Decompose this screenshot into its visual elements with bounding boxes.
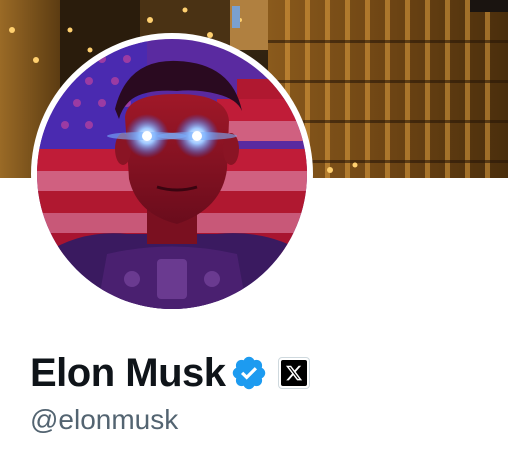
- avatar[interactable]: [37, 39, 307, 309]
- profile-header: Elon Musk @elonmusk: [0, 0, 508, 452]
- verified-badge-icon[interactable]: [230, 354, 268, 392]
- affiliate-badge[interactable]: [277, 357, 310, 389]
- profile-handle: @elonmusk: [30, 404, 179, 435]
- profile-display-name: Elon Musk: [30, 351, 226, 395]
- profile-name-row: Elon Musk: [30, 348, 310, 398]
- avatar-border: [31, 33, 313, 315]
- x-logo-icon: [280, 360, 307, 386]
